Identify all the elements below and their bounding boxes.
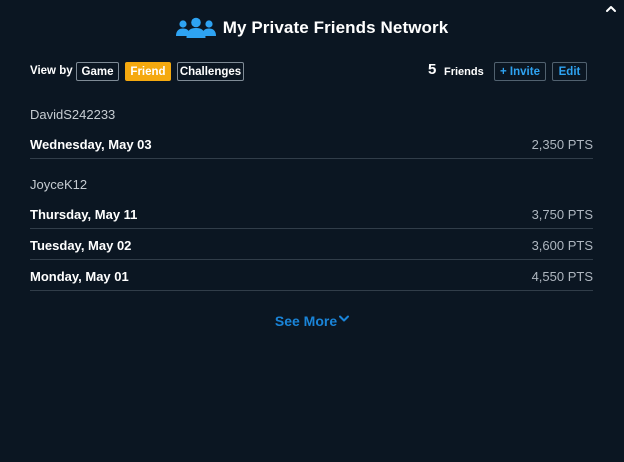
friend-name: JoyceK12 — [30, 177, 88, 192]
friends-label: Friends — [444, 66, 484, 78]
see-more-label: See More — [274, 313, 338, 329]
table-row[interactable]: Monday, May 01 4,550 PTS — [30, 261, 593, 291]
toolbar: View by Game Friend Challenges 5 Friends… — [30, 61, 593, 83]
entry-date: Monday, May 01 — [30, 269, 129, 284]
view-by-label: View by — [30, 65, 73, 77]
filter-challenges-button[interactable]: Challenges — [177, 62, 244, 81]
panel-header: My Private Friends Network — [0, 14, 624, 42]
page-title: My Private Friends Network — [222, 18, 449, 37]
chevron-down-icon — [339, 310, 350, 322]
entry-points: 4,550 PTS — [531, 269, 593, 284]
invite-button[interactable]: + Invite — [494, 62, 546, 81]
filter-game-button[interactable]: Game — [76, 62, 119, 81]
table-row[interactable]: Thursday, May 11 3,750 PTS — [30, 199, 593, 229]
table-row[interactable]: Wednesday, May 03 2,350 PTS — [30, 129, 593, 159]
entry-points: 3,600 PTS — [531, 238, 593, 253]
edit-button[interactable]: Edit — [552, 62, 587, 81]
people-group-icon — [175, 17, 216, 39]
entry-date: Thursday, May 11 — [30, 207, 138, 222]
friend-name: DavidS242233 — [30, 107, 116, 122]
filter-friend-button[interactable]: Friend — [125, 62, 171, 81]
entry-points: 2,350 PTS — [531, 137, 593, 152]
table-row[interactable]: Tuesday, May 02 3,600 PTS — [30, 230, 593, 260]
entry-date: Tuesday, May 02 — [30, 238, 132, 253]
entry-points: 3,750 PTS — [531, 207, 593, 222]
entry-date: Wednesday, May 03 — [30, 137, 152, 152]
friends-count: 5 — [428, 61, 437, 78]
see-more-link[interactable]: See More — [0, 310, 624, 329]
